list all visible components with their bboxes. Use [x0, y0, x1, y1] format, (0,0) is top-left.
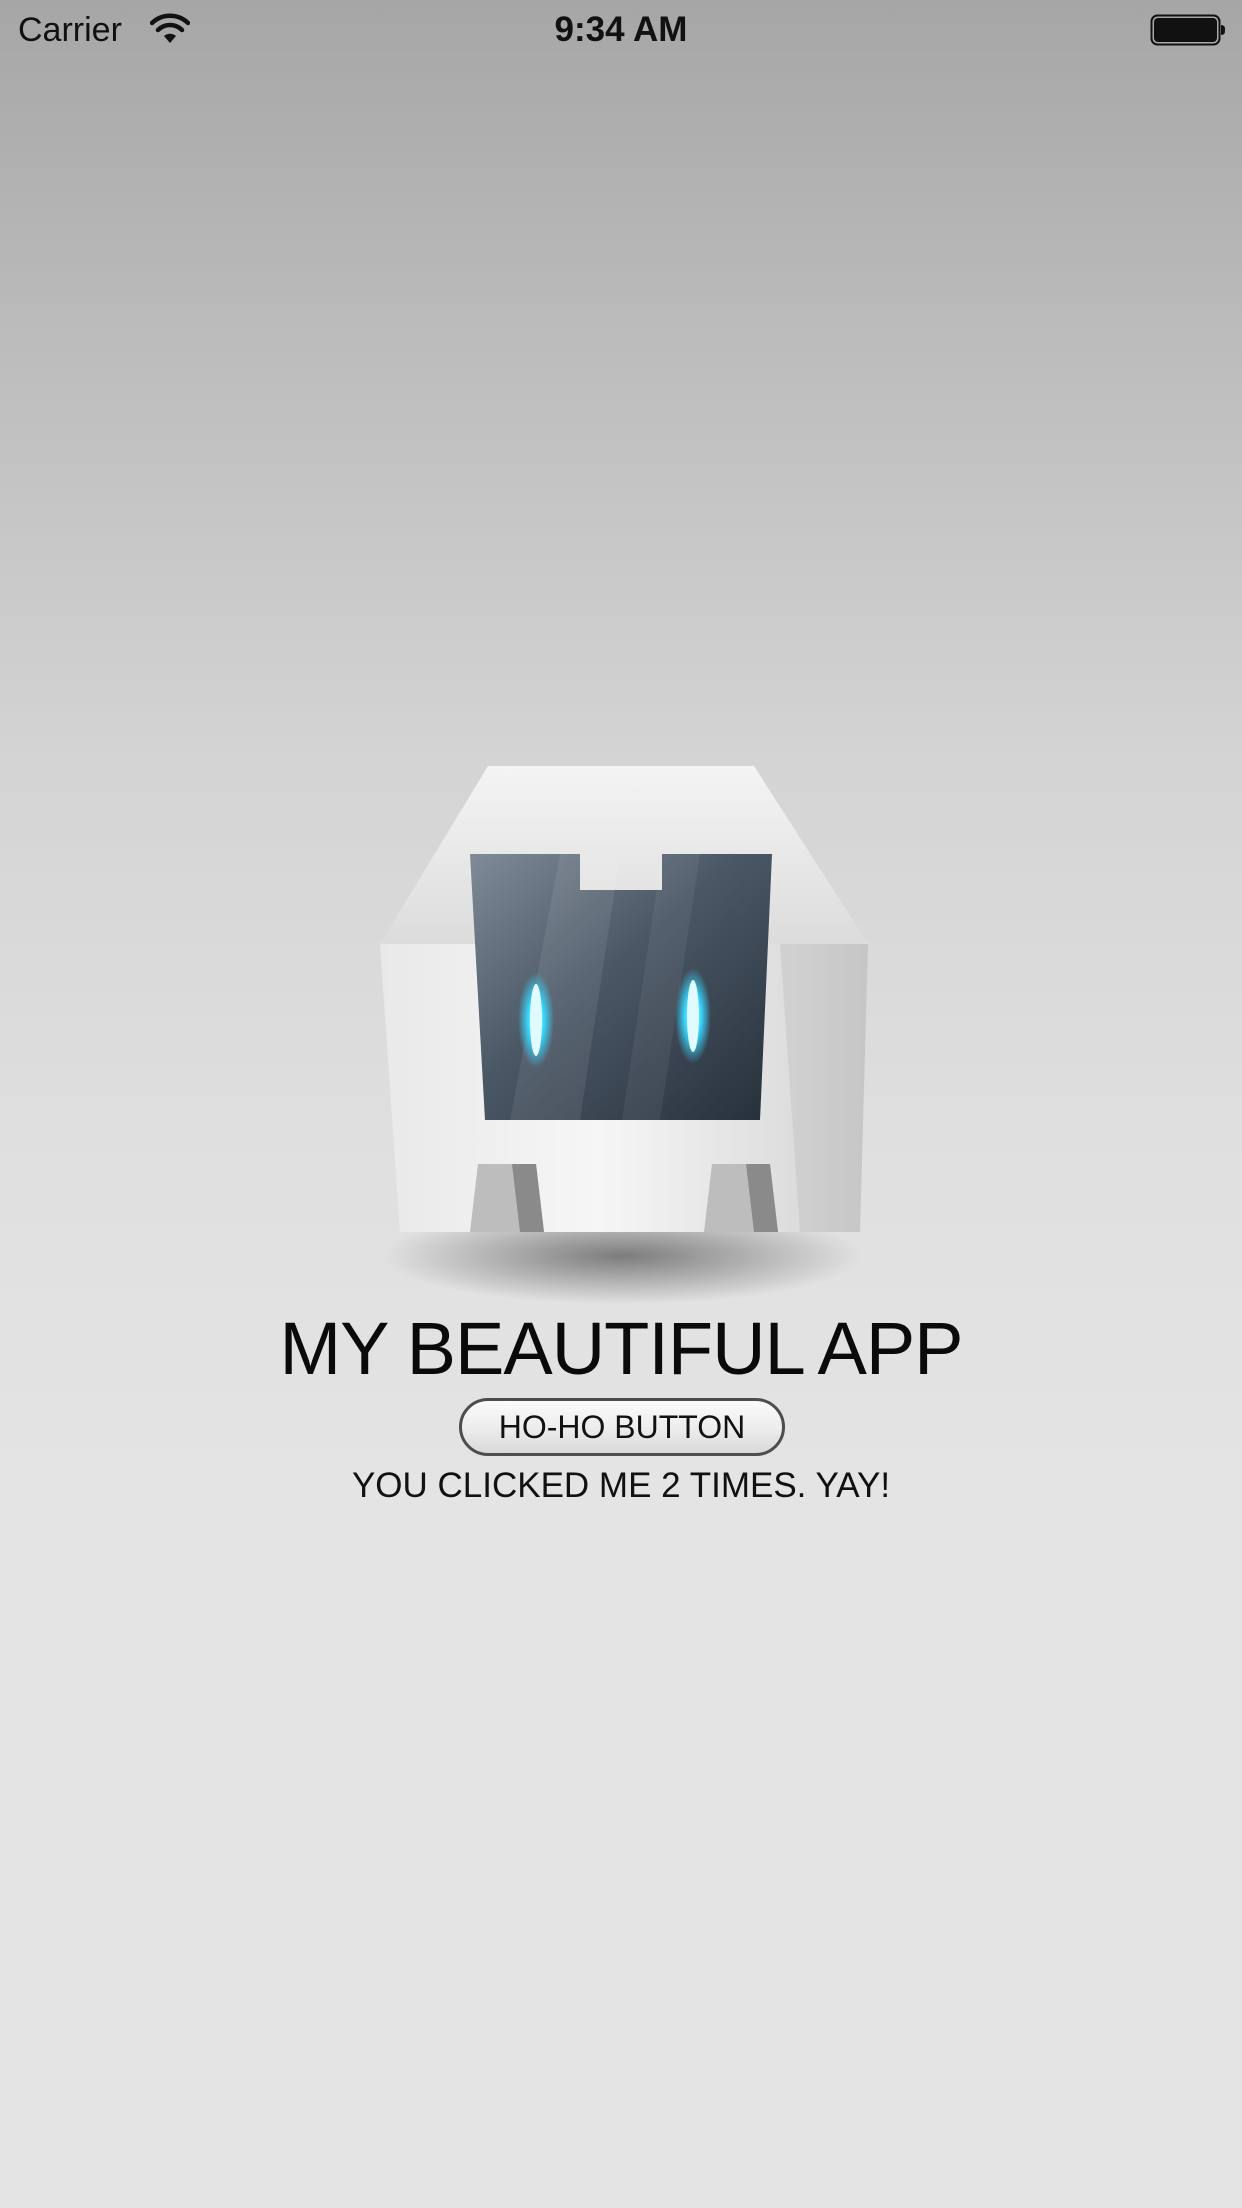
- battery-full-icon: [1150, 14, 1225, 46]
- click-count-status: YOU CLICKED ME 2 TIMES. YAY!: [351, 1466, 891, 1505]
- app-title: MY BEAUTIFUL APP: [279, 1307, 963, 1390]
- ho-ho-button[interactable]: HO-HO BUTTON: [459, 1398, 785, 1456]
- status-time: 9:34 AM: [554, 10, 688, 49]
- cordova-robot-logo: [380, 766, 868, 1304]
- status-bar: Carrier 9:34 AM: [0, 0, 1242, 60]
